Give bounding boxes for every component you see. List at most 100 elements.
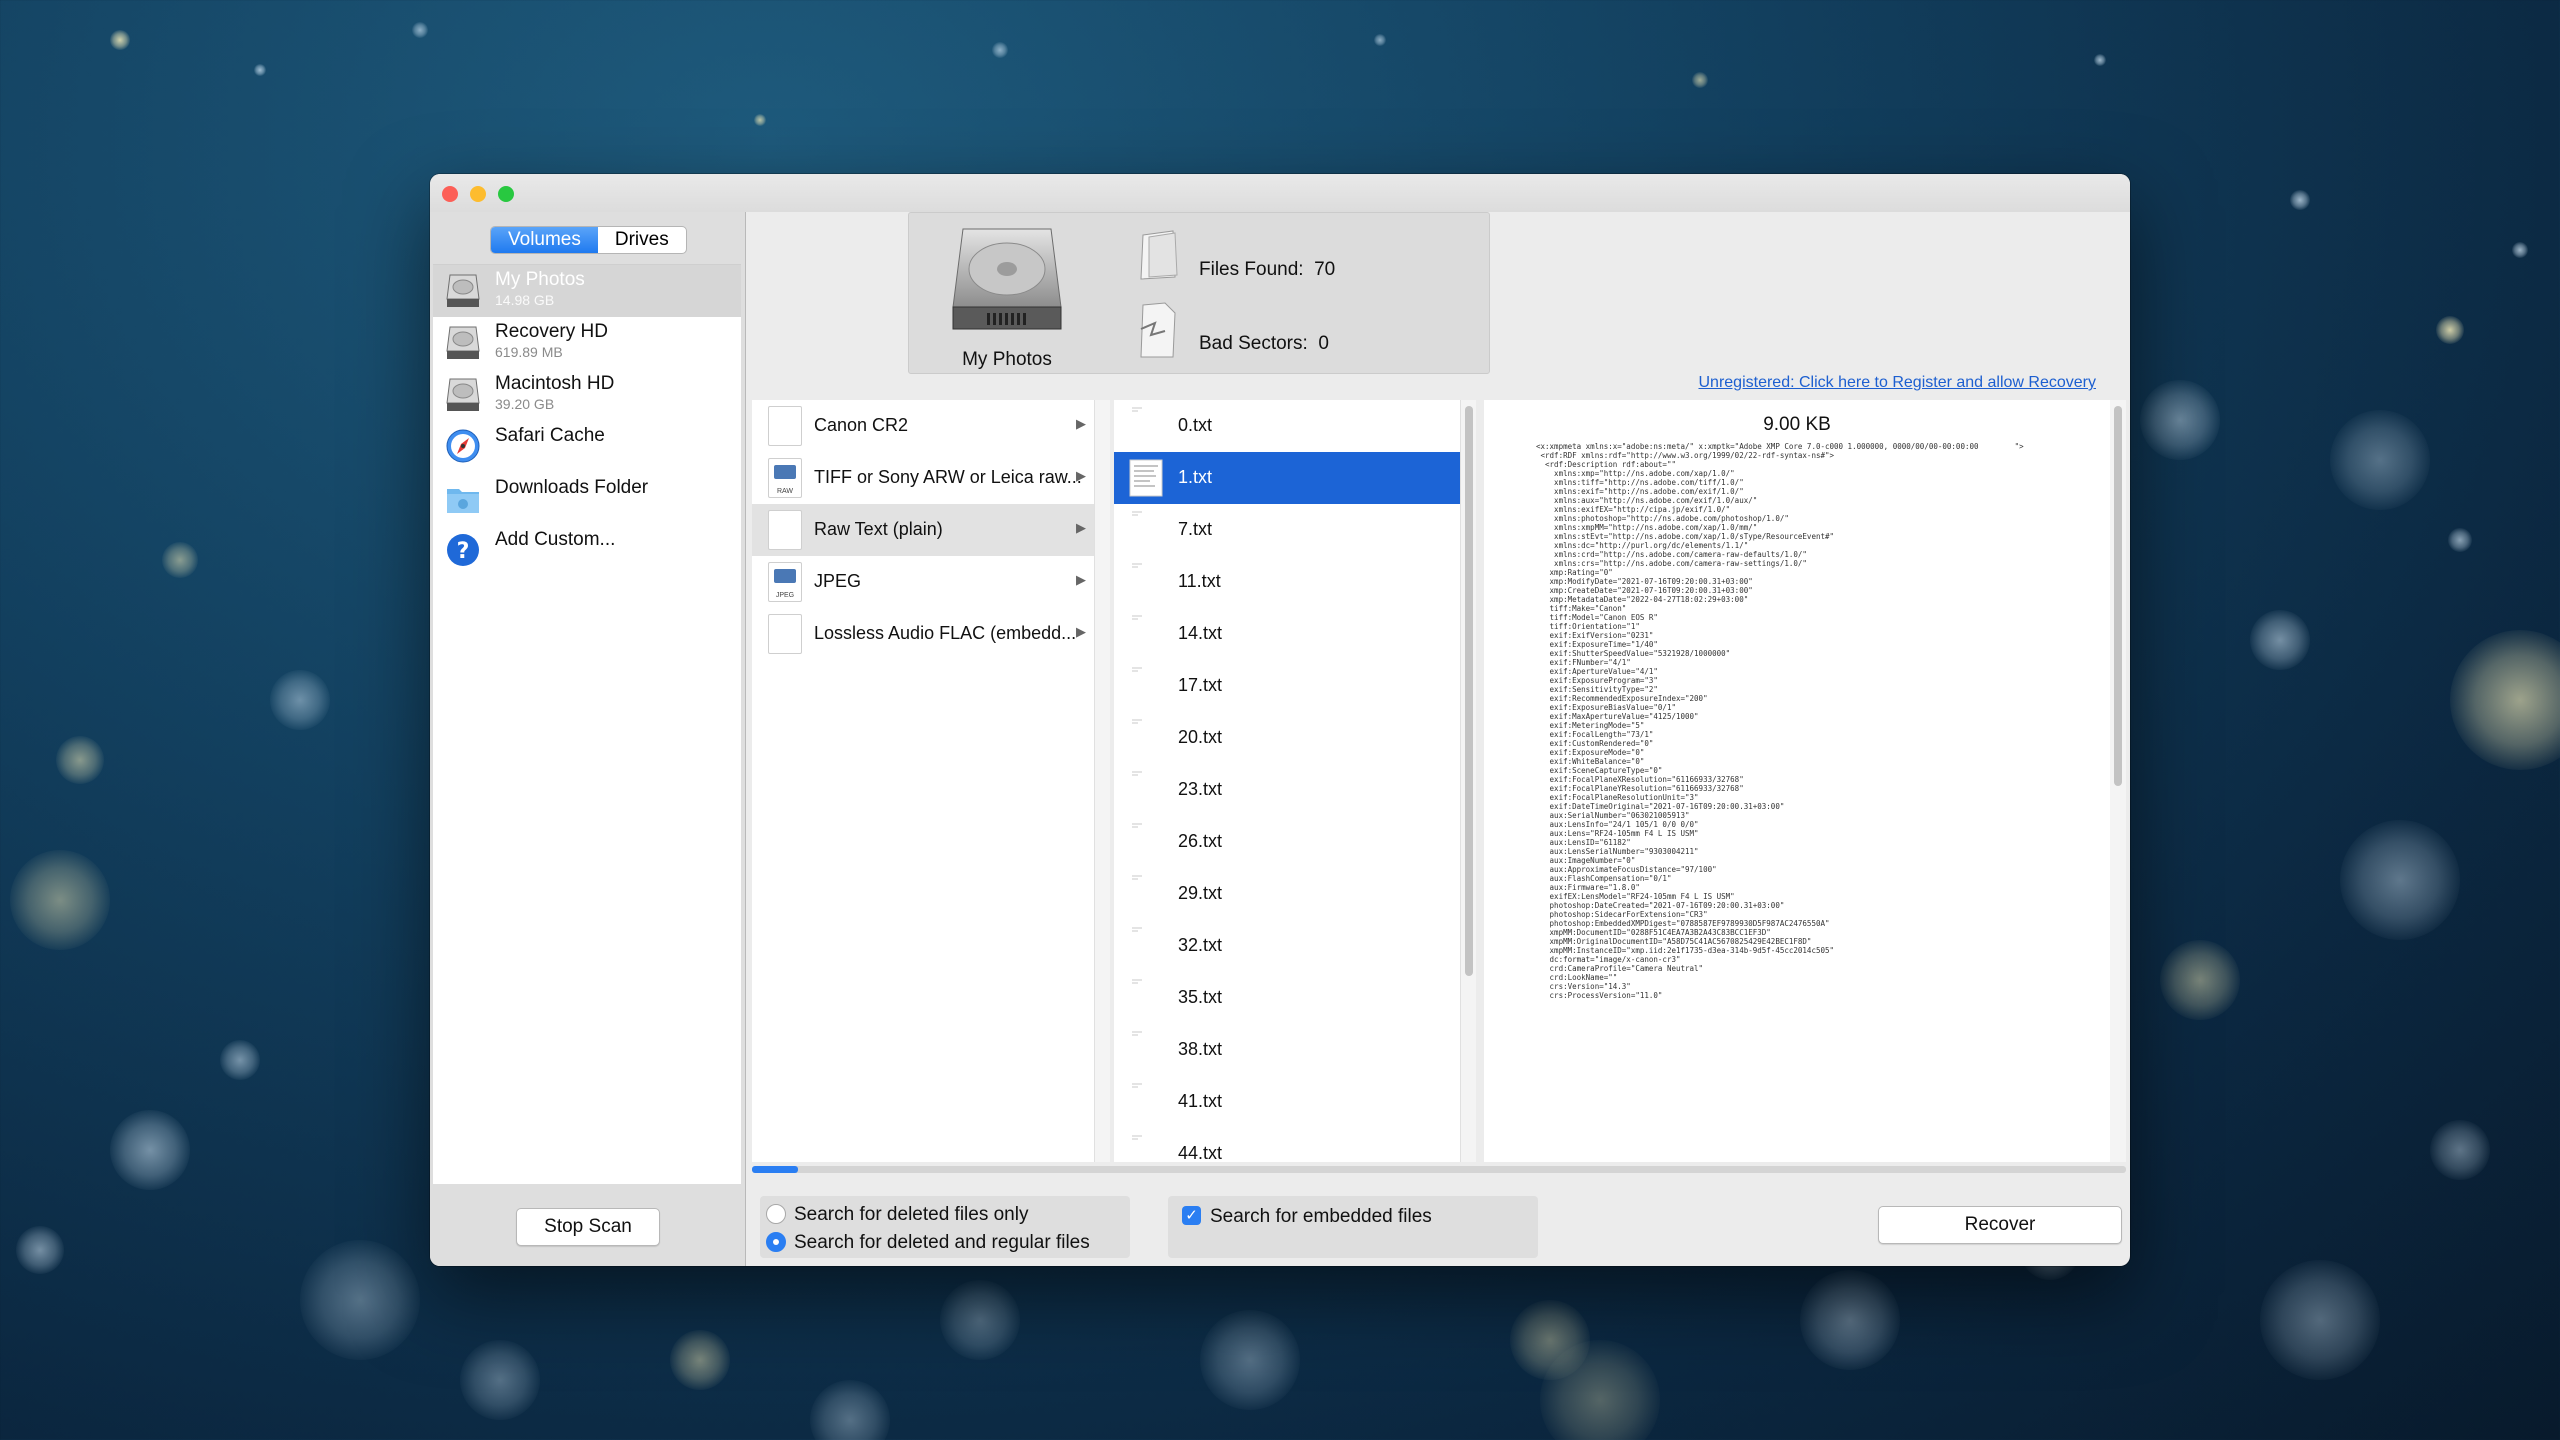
scan-summary-panel: My Photos Files Found: 70 Bad Sectors: 0 [908, 212, 1490, 374]
file-type-row[interactable]: Canon CR2 ▶ [752, 400, 1094, 452]
sidebar-item-my-photos[interactable]: My Photos 14.98 GB [433, 265, 741, 317]
file-row[interactable]: 41.txt [1114, 1076, 1460, 1128]
preview-file-size: 9.00 KB [1763, 414, 1831, 435]
bokeh-light [2448, 528, 2472, 552]
file-name: 44.txt [1178, 1143, 1223, 1162]
deleted-only-radio[interactable] [766, 1204, 786, 1224]
text-file-thumbnail-icon [1132, 1083, 1142, 1088]
embedded-label[interactable]: Search for embedded files [1210, 1206, 1432, 1228]
file-name: 38.txt [1178, 1039, 1223, 1059]
file-type-row[interactable]: Raw Text (plain) ▶ [752, 504, 1094, 556]
bokeh-light [754, 114, 766, 126]
file-row[interactable]: 11.txt [1114, 556, 1460, 608]
register-link[interactable]: Unregistered: Click here to Register and… [1698, 374, 2096, 392]
file-row[interactable]: 29.txt [1114, 868, 1460, 920]
bokeh-light [2436, 316, 2464, 344]
scan-progress-bar [752, 1166, 2126, 1173]
bokeh-light [162, 542, 198, 578]
close-button[interactable] [442, 186, 458, 202]
embedded-option-group: ✓ Search for embedded files [1168, 1196, 1538, 1258]
bokeh-light [16, 1226, 64, 1274]
bokeh-light [1200, 1310, 1300, 1410]
file-row[interactable]: 17.txt [1114, 660, 1460, 712]
text-file-thumbnail-icon [1132, 1031, 1142, 1036]
minimize-button[interactable] [470, 186, 486, 202]
bokeh-light [670, 1330, 730, 1390]
file-type-row[interactable]: Lossless Audio FLAC (embedd... ▶ [752, 608, 1094, 660]
file-type-icon: RAW [768, 458, 802, 498]
file-row[interactable]: 26.txt [1114, 816, 1460, 868]
file-row[interactable]: 7.txt [1114, 504, 1460, 556]
tab-volumes[interactable]: Volumes [491, 227, 598, 253]
chevron-right-icon: ▶ [1076, 468, 1086, 483]
file-row[interactable]: 32.txt [1114, 920, 1460, 972]
scrollbar-thumb[interactable] [1465, 406, 1473, 976]
text-file-thumbnail-icon [1132, 979, 1142, 984]
bokeh-light [270, 670, 330, 730]
recover-button[interactable]: Recover [1878, 1206, 2122, 1244]
sidebar: Volumes Drives My Photos 14.98 GB Recovery… [430, 212, 746, 1266]
sidebar-item-downloads-folder[interactable]: Downloads Folder [433, 473, 741, 525]
file-list-column: 0.txt 1.txt 7.txt 11.txt 14.txt 17.txt 20.txt 2… [1114, 400, 1460, 1162]
deleted-only-label[interactable]: Search for deleted files only [794, 1204, 1028, 1226]
file-type-label: Lossless Audio FLAC (embedd... [814, 623, 1077, 643]
text-file-thumbnail-icon [1132, 511, 1142, 516]
bokeh-light [2430, 1120, 2490, 1180]
file-name: 14.txt [1178, 623, 1223, 643]
sidebar-item-macintosh-hd[interactable]: Macintosh HD 39.20 GB [433, 369, 741, 421]
sidebar-item-size: 14.98 GB [495, 292, 555, 308]
bokeh-light [992, 42, 1008, 58]
tab-drives[interactable]: Drives [598, 227, 686, 253]
sidebar-item-safari-cache[interactable]: Safari Cache [433, 421, 741, 473]
preview-scrollbar-thumb[interactable] [2114, 406, 2122, 786]
file-type-icon [768, 614, 802, 654]
stop-scan-button[interactable]: Stop Scan [516, 1208, 660, 1246]
deleted-and-regular-radio[interactable] [766, 1232, 786, 1252]
deleted-and-regular-label[interactable]: Search for deleted and regular files [794, 1232, 1090, 1254]
bokeh-light [56, 736, 104, 784]
file-row[interactable]: 35.txt [1114, 972, 1460, 1024]
bokeh-light [2450, 630, 2560, 770]
question-icon: ? [445, 531, 481, 569]
sidebar-item-size: 39.20 GB [495, 396, 555, 412]
column-divider[interactable] [1094, 400, 1110, 1162]
bokeh-light [940, 1280, 1020, 1360]
file-type-label: Raw Text (plain) [814, 519, 943, 539]
embedded-checkbox[interactable]: ✓ [1182, 1206, 1201, 1225]
bokeh-light [1800, 1270, 1900, 1370]
bokeh-light [2290, 190, 2310, 210]
sidebar-item-label: My Photos [495, 269, 585, 290]
file-type-row[interactable]: RAW TIFF or Sony ARW or Leica raw... ▶ [752, 452, 1094, 504]
file-name: 7.txt [1178, 519, 1213, 539]
scan-progress-fill [752, 1166, 798, 1173]
file-row[interactable]: 14.txt [1114, 608, 1460, 660]
file-type-icon: JPEG [768, 562, 802, 602]
sidebar-item-add-custom[interactable]: ? Add Custom... [433, 525, 741, 577]
file-type-icon [768, 510, 802, 550]
file-type-row[interactable]: JPEG JPEG ▶ [752, 556, 1094, 608]
sidebar-item-label: Safari Cache [495, 425, 605, 446]
file-type-label: TIFF or Sony ARW or Leica raw... [814, 467, 1082, 487]
zoom-button[interactable] [498, 186, 514, 202]
preview-scrollbar[interactable] [2110, 400, 2126, 1162]
file-list-scrollbar[interactable] [1460, 400, 1476, 1162]
file-name: 41.txt [1178, 1091, 1223, 1111]
text-file-thumbnail-icon [1132, 407, 1142, 412]
chevron-right-icon: ▶ [1076, 416, 1086, 431]
text-file-thumbnail-icon [1132, 667, 1142, 672]
file-name: 23.txt [1178, 779, 1223, 799]
file-row[interactable]: 23.txt [1114, 764, 1460, 816]
file-name: 29.txt [1178, 883, 1223, 903]
bokeh-light [1510, 1300, 1590, 1380]
file-type-column: Canon CR2 ▶ RAW TIFF or Sony ARW or Leica r… [752, 400, 1094, 1162]
preview-pane: 9.00 KB <x:xmpmeta xmlns:x="adobe:ns:met… [1484, 400, 2110, 1162]
file-row[interactable]: 44.txt [1114, 1128, 1460, 1162]
bokeh-light [2140, 380, 2220, 460]
bokeh-light [300, 1240, 420, 1360]
file-row[interactable]: 20.txt [1114, 712, 1460, 764]
file-row[interactable]: 0.txt [1114, 400, 1460, 452]
file-row[interactable]: 1.txt [1114, 452, 1460, 504]
sidebar-item-recovery-hd[interactable]: Recovery HD 619.89 MB [433, 317, 741, 369]
files-found: Files Found: 70 [1199, 259, 1336, 280]
file-row[interactable]: 38.txt [1114, 1024, 1460, 1076]
